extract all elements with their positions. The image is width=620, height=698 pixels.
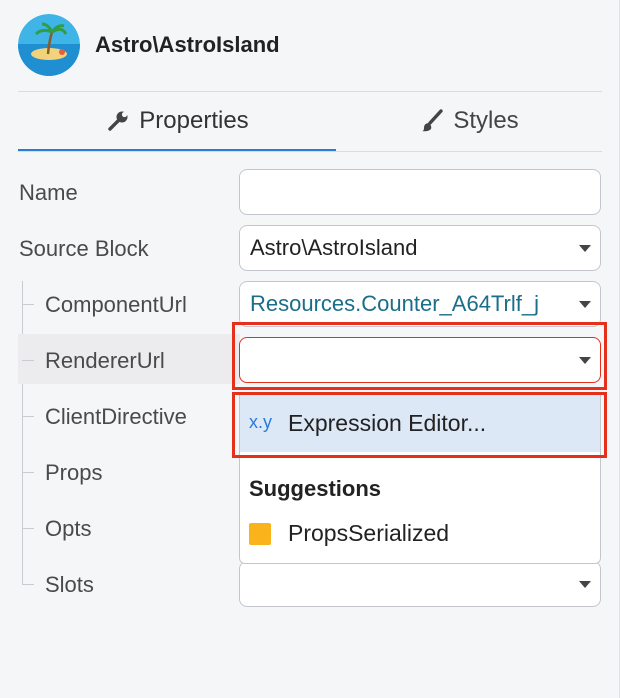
component-url-value: Resources.Counter_A64Trlf_j — [250, 282, 576, 326]
component-title: Astro\AstroIsland — [95, 32, 280, 57]
tree-branch — [22, 360, 34, 361]
slots-select[interactable] — [239, 561, 601, 607]
highlight-box-expression — [232, 392, 607, 458]
tree-guide-line — [22, 281, 23, 584]
component-url-rest: Counter_A64Trlf_j — [361, 291, 539, 316]
properties-panel: Astro\AstroIsland Properties Styles Name… — [0, 0, 620, 698]
source-block-label: Source Block — [19, 236, 149, 261]
opts-label: Opts — [45, 516, 92, 541]
tree-branch — [22, 472, 34, 473]
chevron-down-icon — [579, 301, 591, 308]
source-block-value: Astro\AstroIsland — [250, 235, 418, 260]
renderer-url-label: RendererUrl — [45, 348, 165, 373]
tabs-divider — [18, 151, 602, 152]
name-input[interactable] — [239, 169, 601, 215]
tab-properties-label: Properties — [139, 107, 249, 134]
client-directive-label: ClientDirective — [45, 404, 187, 429]
tab-styles[interactable]: Styles — [336, 92, 602, 150]
wrench-icon — [105, 108, 131, 134]
suggestions-heading: Suggestions — [249, 476, 382, 501]
tree-branch — [22, 416, 34, 417]
chevron-down-icon — [579, 581, 591, 588]
suggestion-label: PropsSerialized — [288, 520, 450, 546]
component-url-select[interactable]: Resources.Counter_A64Trlf_j — [239, 281, 601, 327]
tab-styles-label: Styles — [453, 107, 519, 134]
tree-branch — [22, 584, 34, 585]
component-url-label: ComponentUrl — [45, 292, 187, 317]
tab-properties[interactable]: Properties — [18, 92, 336, 150]
props-label: Props — [45, 460, 103, 485]
chevron-down-icon — [579, 245, 591, 252]
slots-label: Slots — [45, 572, 94, 597]
brush-icon — [419, 108, 445, 134]
panel-header: Astro\AstroIsland — [18, 14, 280, 76]
name-label: Name — [19, 180, 78, 205]
variable-color-icon — [249, 523, 271, 545]
component-url-prefix: Resources. — [250, 291, 362, 316]
tab-bar: Properties Styles — [18, 92, 602, 152]
tree-branch — [22, 528, 34, 529]
tree-branch — [22, 304, 34, 305]
island-logo-icon — [18, 14, 80, 76]
highlight-box-renderer — [232, 322, 607, 390]
source-block-select[interactable]: Astro\AstroIsland — [239, 225, 601, 271]
